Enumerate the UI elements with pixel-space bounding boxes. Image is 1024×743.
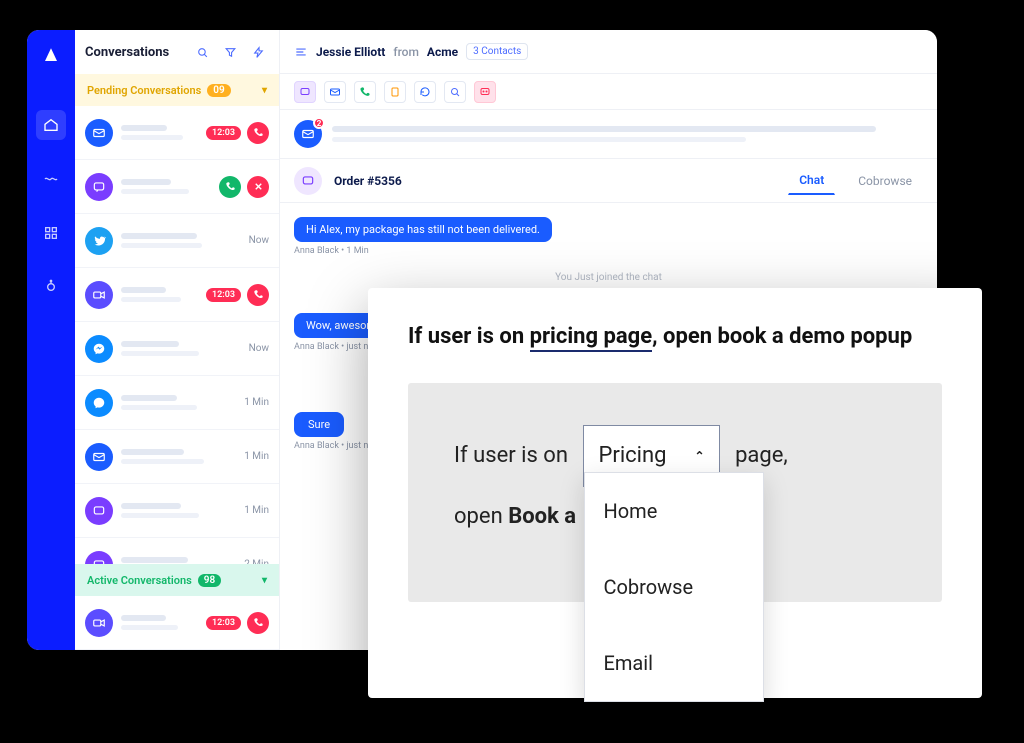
pending-label: Pending Conversations (87, 84, 201, 97)
menu-icon[interactable] (294, 45, 308, 59)
filter-icon[interactable] (219, 41, 241, 63)
conversation-item[interactable] (75, 160, 279, 214)
time-label: Now (241, 343, 269, 354)
video-icon (85, 609, 113, 637)
chat-icon (85, 173, 113, 201)
conversation-item[interactable]: 12:03 (75, 596, 279, 650)
conversation-item[interactable]: 2 Min (75, 538, 279, 564)
pending-list: 12:03 Now 12:03 (75, 106, 279, 564)
nav-apps-icon[interactable] (36, 218, 66, 248)
conversations-sidebar: Conversations Pending Conversations 09 ▾… (75, 30, 280, 650)
tool-refresh-icon[interactable] (414, 81, 436, 103)
time-badge: 12:03 (206, 126, 241, 140)
tool-note-icon[interactable] (384, 81, 406, 103)
message-bubble: Hi Alex, my package has still not been d… (294, 217, 552, 242)
bolt-icon[interactable] (247, 41, 269, 63)
tool-flag-icon[interactable] (474, 81, 496, 103)
conversation-item[interactable]: 12:03 (75, 106, 279, 160)
conversation-item[interactable]: 1 Min (75, 376, 279, 430)
page-select[interactable]: Pricing ⌃ Home Cobrowse Email (583, 425, 719, 487)
rule-title: If user is on pricing page, open book a … (408, 324, 942, 349)
conversation-item[interactable]: 1 Min (75, 484, 279, 538)
chevron-up-icon: ⌃ (695, 443, 705, 469)
nav-home-icon[interactable] (36, 110, 66, 140)
time-label: 1 Min (241, 397, 269, 408)
call-button[interactable] (247, 284, 269, 306)
reject-button[interactable] (247, 176, 269, 198)
contacts-pill[interactable]: 3 Contacts (466, 43, 528, 60)
system-note: You Just joined the chat (294, 272, 923, 283)
dropdown-option-home[interactable]: Home (585, 473, 763, 549)
conversation-item[interactable]: Now (75, 322, 279, 376)
main-header: Jessie Elliott from Acme 3 Contacts (280, 30, 937, 74)
subject-row: Order #5356 Chat Cobrowse (280, 159, 937, 203)
mail-icon (85, 119, 113, 147)
summary-avatar: 2 (294, 120, 322, 148)
from-label: from (393, 45, 419, 59)
chevron-down-icon: ▾ (262, 85, 267, 96)
unread-badge: 2 (313, 117, 325, 129)
time-label: Now (241, 235, 269, 246)
conversation-item[interactable]: 12:03 (75, 268, 279, 322)
time-badge: 12:03 (206, 616, 241, 630)
accept-button[interactable] (219, 176, 241, 198)
toolbar (280, 74, 937, 110)
sidebar-header: Conversations (75, 30, 279, 74)
active-count: 98 (198, 574, 221, 587)
conversation-item[interactable]: 1 Min (75, 430, 279, 484)
nav-bot-icon[interactable] (36, 272, 66, 302)
search-icon[interactable] (191, 41, 213, 63)
sidebar-title: Conversations (85, 45, 185, 60)
call-button[interactable] (247, 612, 269, 634)
chevron-down-icon: ▾ (262, 575, 267, 586)
chat-icon (85, 551, 113, 565)
logo-icon (40, 44, 62, 66)
dropdown-option-email[interactable]: Email (585, 625, 763, 701)
messenger-icon (85, 335, 113, 363)
rule-text: page, (735, 443, 788, 468)
rule-text: If user is on (454, 443, 568, 468)
message-bubble: Sure (294, 412, 344, 437)
active-label: Active Conversations (87, 574, 192, 587)
contact-name: Jessie Elliott (316, 45, 385, 59)
tool-call-icon[interactable] (354, 81, 376, 103)
tab-cobrowse[interactable]: Cobrowse (847, 167, 923, 194)
org-name: Acme (427, 45, 458, 59)
tool-mail-icon[interactable] (324, 81, 346, 103)
active-section-header[interactable]: Active Conversations 98 ▾ (75, 564, 279, 596)
rule-text-bold: Book a (508, 504, 576, 529)
messenger-icon (85, 389, 113, 417)
twitter-icon (85, 227, 113, 255)
tab-chat[interactable]: Chat (788, 166, 835, 195)
time-label: 1 Min (241, 505, 269, 516)
nav-rail (27, 30, 75, 650)
time-badge: 12:03 (206, 288, 241, 302)
rule-builder-popup: If user is on pricing page, open book a … (368, 288, 982, 698)
thread-summary: 2 (280, 110, 937, 159)
nav-analytics-icon[interactable] (36, 164, 66, 194)
conversation-item[interactable]: Now (75, 214, 279, 268)
pending-section-header[interactable]: Pending Conversations 09 ▾ (75, 74, 279, 106)
video-icon (85, 281, 113, 309)
thread-chat-icon (294, 167, 322, 195)
time-label: 1 Min (241, 451, 269, 462)
dropdown-option-cobrowse[interactable]: Cobrowse (585, 549, 763, 625)
message-meta: Anna Black • 1 Min (294, 246, 923, 256)
rule-text: open (454, 504, 508, 529)
chat-icon (85, 497, 113, 525)
rule-editor: If user is on Pricing ⌃ Home Cobrowse Em… (408, 383, 942, 602)
page-dropdown: Home Cobrowse Email (584, 472, 764, 702)
tool-chat-icon[interactable] (294, 81, 316, 103)
pending-count: 09 (207, 84, 230, 97)
call-button[interactable] (247, 122, 269, 144)
subject-title: Order #5356 (334, 174, 776, 188)
tool-search-icon[interactable] (444, 81, 466, 103)
mail-icon (85, 443, 113, 471)
